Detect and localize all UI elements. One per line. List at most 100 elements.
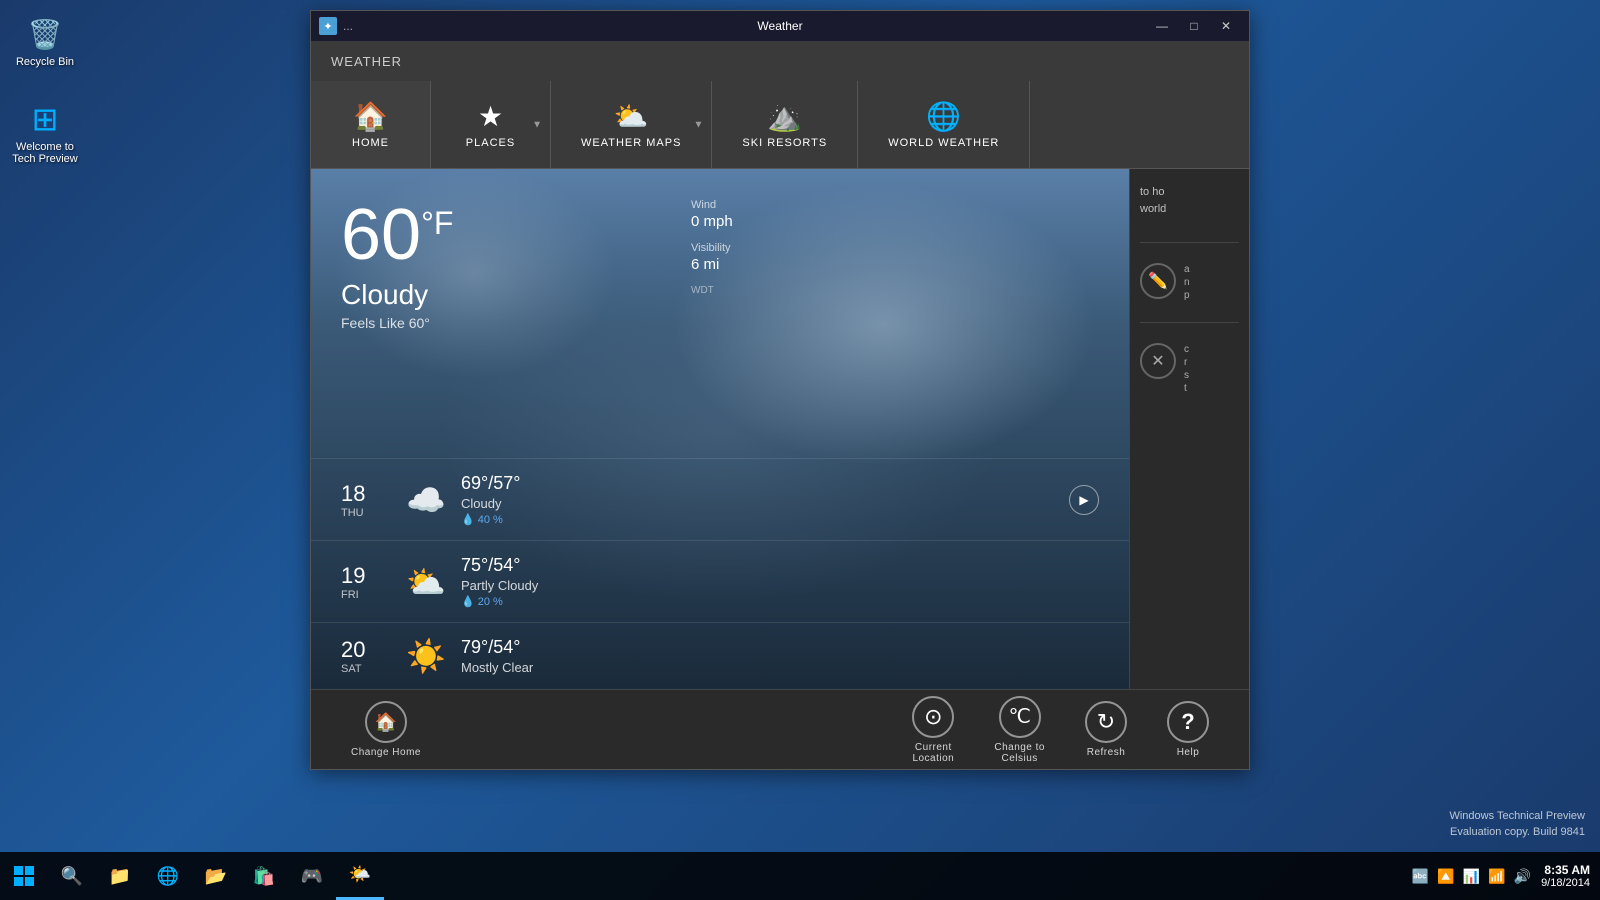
sidebar-text: to howorld — [1140, 184, 1239, 217]
network-icon: 📶 — [1488, 868, 1505, 885]
visibility-value: 6 mi — [691, 256, 733, 273]
weather-maps-icon: ⛅ — [614, 100, 649, 133]
eval-line1: Windows Technical Preview — [1449, 809, 1585, 824]
change-home-label: Change Home — [351, 747, 421, 758]
forecast-info-sat: 79°/54° Mostly Clear — [461, 637, 1099, 675]
search-button[interactable]: 🔍 — [48, 852, 96, 900]
change-home-icon: 🏠 — [365, 701, 407, 743]
recycle-bin-icon[interactable]: 🗑️ Recycle Bin — [5, 10, 85, 72]
forecast-icon-thu: ☁️ — [391, 481, 461, 519]
taskbar-weather[interactable]: 🌤️ — [336, 852, 384, 900]
edit-circle-button[interactable]: ✏️ — [1140, 263, 1176, 299]
celsius-icon: ℃ — [999, 696, 1041, 738]
current-location-icon: ⊙ — [912, 696, 954, 738]
forecast-info-thu: 69°/57° Cloudy 💧 40 % — [461, 473, 1069, 526]
eval-line2: Evaluation copy. Build 9841 — [1449, 825, 1585, 840]
clock-date: 9/18/2014 — [1541, 877, 1590, 889]
help-label: Help — [1177, 747, 1200, 758]
current-location-button[interactable]: ⊙ CurrentLocation — [892, 696, 974, 764]
celsius-button[interactable]: ℃ Change toCelsius — [974, 696, 1065, 764]
forecast-date-sat: 20 SAT — [341, 637, 391, 675]
taskbar-clock[interactable]: 8:35 AM 9/18/2014 — [1541, 863, 1590, 889]
forecast-icon-fri: ⛅ — [391, 563, 461, 601]
forecast-row-sat: 20 SAT ☀️ 79°/54° Mostly Clear — [311, 622, 1129, 689]
keyboard-icon: 🔤 — [1412, 868, 1429, 885]
sidebar-divider-1 — [1140, 242, 1239, 243]
help-icon: ? — [1167, 701, 1209, 743]
visibility-label: Visibility — [691, 242, 733, 254]
forecast-date-thu: 18 THU — [341, 481, 391, 519]
sidebar-remove-action[interactable]: ✕ crst — [1140, 343, 1239, 395]
nav-home-label: HOME — [352, 137, 389, 149]
window-titlebar: ✦ ... Weather — □ ✕ — [311, 11, 1249, 41]
taskbar-file-explorer[interactable]: 📁 — [96, 852, 144, 900]
app-header-title: WEATHER — [331, 54, 402, 69]
day-num-thu: 18 — [341, 481, 391, 507]
forecast-temps-sat: 79°/54° — [461, 637, 1099, 658]
forecast-condition-sat: Mostly Clear — [461, 660, 1099, 675]
recycle-bin-label: Recycle Bin — [16, 56, 74, 68]
forecast-row-fri: 19 FRI ⛅ 75°/54° Partly Cloudy 💧 20 % — [311, 540, 1129, 622]
day-num-sat: 20 — [341, 637, 391, 663]
sidebar-divider-2 — [1140, 322, 1239, 323]
temp-value: 60 — [341, 195, 421, 275]
signal-icon: 📊 — [1463, 868, 1480, 885]
refresh-button[interactable]: ↻ Refresh — [1065, 701, 1147, 758]
minimize-button[interactable]: — — [1147, 15, 1177, 37]
taskbar-explorer2[interactable]: 📂 — [192, 852, 240, 900]
close-button[interactable]: ✕ — [1211, 15, 1241, 37]
day-name-sat: SAT — [341, 663, 391, 675]
nav-ski-resorts-label: SKI RESORTS — [742, 137, 827, 149]
taskbar-store[interactable]: 🛍️ — [240, 852, 288, 900]
nav-world-weather[interactable]: 🌐 WORLD WEATHER — [858, 81, 1030, 168]
forecast-condition-thu: Cloudy — [461, 496, 1069, 511]
home-icon: 🏠 — [353, 100, 388, 133]
day-name-thu: THU — [341, 507, 391, 519]
forecast-play-thu[interactable]: ▶ — [1069, 485, 1099, 515]
current-location-label: CurrentLocation — [912, 742, 954, 764]
weather-panel: 60°F Cloudy Feels Like 60° Wind 0 mph Vi… — [311, 169, 1129, 689]
sidebar-edit-action[interactable]: ✏️ anp — [1140, 263, 1239, 302]
welcome-label: Welcome to Tech Preview — [12, 141, 77, 165]
nav-weather-maps[interactable]: ⛅ WEATHER MAPS ▼ — [551, 81, 712, 168]
forecast-row-thu: 18 THU ☁️ 69°/57° Cloudy 💧 40 % ▶ — [311, 458, 1129, 540]
welcome-icon[interactable]: ⊞ Welcome to Tech Preview — [5, 95, 85, 169]
start-button[interactable] — [0, 852, 48, 900]
forecast-condition-fri: Partly Cloudy — [461, 578, 1099, 593]
weather-maps-dropdown-icon: ▼ — [694, 119, 704, 130]
nav-bar: 🏠 HOME ★ PLACES ▼ ⛅ WEATHER MAPS ▼ ⛰️ SK… — [311, 81, 1249, 169]
arrow-icon: 🔼 — [1437, 868, 1454, 885]
window-title: Weather — [757, 19, 802, 33]
forecast-temps-fri: 75°/54° — [461, 555, 1099, 576]
day-num-fri: 19 — [341, 563, 391, 589]
main-content: 60°F Cloudy Feels Like 60° Wind 0 mph Vi… — [311, 169, 1249, 689]
wind-value: 0 mph — [691, 213, 733, 230]
app-icon: ✦ — [319, 17, 337, 35]
change-home-button[interactable]: 🏠 Change Home — [331, 701, 441, 758]
remove-circle-button[interactable]: ✕ — [1140, 343, 1176, 379]
title-dots: ... — [343, 19, 353, 33]
weather-stats: Wind 0 mph Visibility 6 mi WDT — [691, 199, 733, 296]
nav-places[interactable]: ★ PLACES ▼ — [431, 81, 551, 168]
taskbar: 🔍 📁 🌐 📂 🛍️ 🎮 🌤️ 🔤 🔼 📊 📶 🔊 8:35 AM 9/18/2… — [0, 852, 1600, 900]
nav-ski-resorts[interactable]: ⛰️ SKI RESORTS — [712, 81, 858, 168]
taskbar-xbox[interactable]: 🎮 — [288, 852, 336, 900]
bottom-bar: 🏠 Change Home ⊙ CurrentLocation ℃ Change… — [311, 689, 1249, 769]
restore-button[interactable]: □ — [1179, 15, 1209, 37]
weather-window: ✦ ... Weather — □ ✕ WEATHER 🏠 HOME ★ PLA… — [310, 10, 1250, 770]
help-button[interactable]: ? Help — [1147, 701, 1229, 758]
nav-weather-maps-label: WEATHER MAPS — [581, 137, 681, 149]
day-name-fri: FRI — [341, 589, 391, 601]
forecast-section: 18 THU ☁️ 69°/57° Cloudy 💧 40 % ▶ 19 — [311, 458, 1129, 689]
data-source: WDT — [691, 285, 733, 296]
nav-world-weather-label: WORLD WEATHER — [888, 137, 999, 149]
temp-unit: °F — [421, 205, 453, 241]
refresh-icon: ↻ — [1085, 701, 1127, 743]
taskbar-ie[interactable]: 🌐 — [144, 852, 192, 900]
feels-like: Feels Like 60° — [341, 315, 1099, 331]
eval-text: Windows Technical Preview Evaluation cop… — [1449, 809, 1585, 840]
forecast-info-fri: 75°/54° Partly Cloudy 💧 20 % — [461, 555, 1099, 608]
nav-home[interactable]: 🏠 HOME — [311, 81, 431, 168]
forecast-precip-thu: 💧 40 % — [461, 513, 1069, 526]
wind-label: Wind — [691, 199, 733, 211]
